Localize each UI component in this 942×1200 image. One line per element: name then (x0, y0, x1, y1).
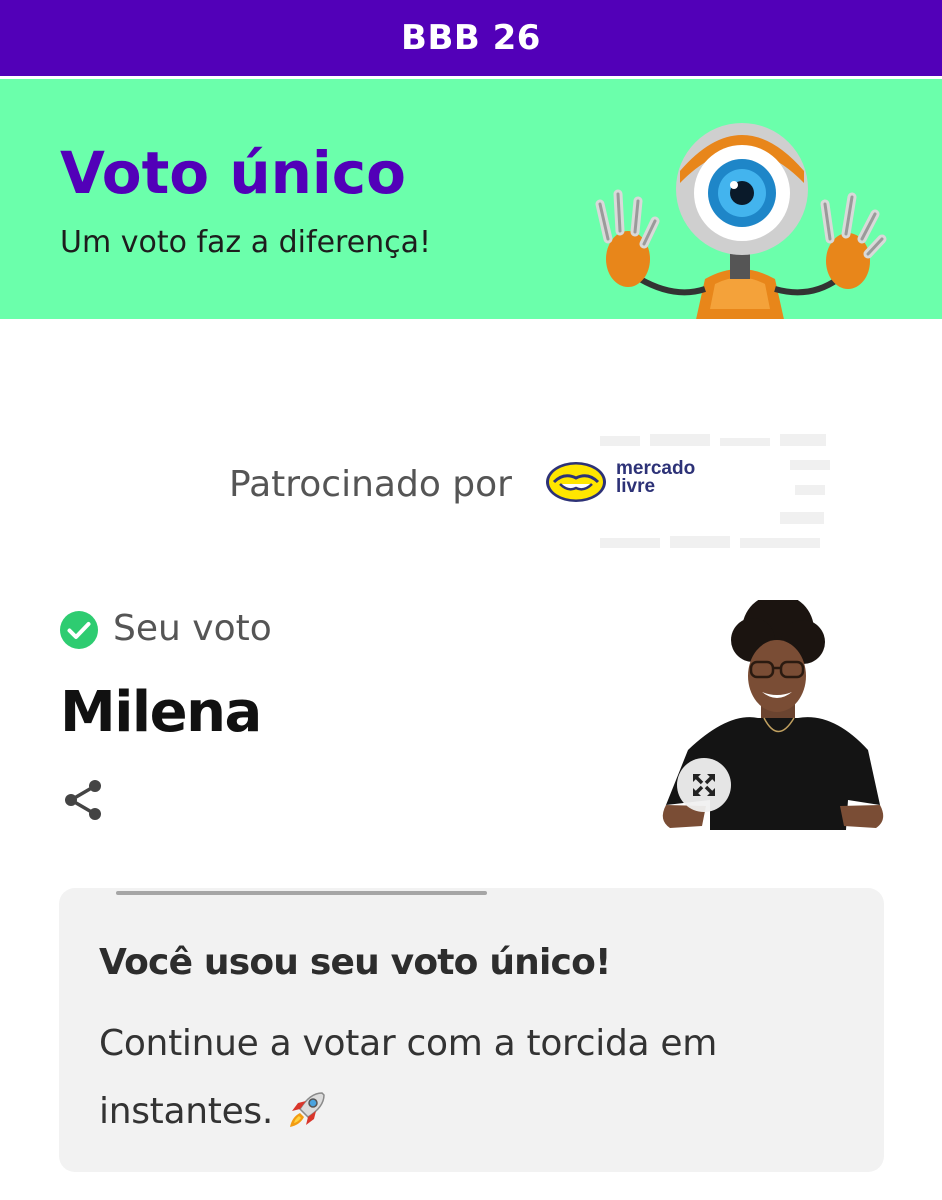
app-title: BBB 26 (401, 18, 541, 58)
expand-photo-button[interactable] (677, 758, 731, 812)
rocket-icon (290, 1092, 325, 1127)
hero-banner: Voto único Um voto faz a diferença! (0, 79, 942, 319)
mascot-icon (595, 123, 887, 319)
card-title: Você usou seu voto único! (99, 942, 611, 983)
sponsor-label: Patrocinado por (229, 464, 512, 505)
card-body: Continue a votar com a torcida em instan… (99, 1010, 819, 1146)
sponsor-logo-text: mercado livre (616, 458, 696, 497)
info-card: Você usou seu voto único! Continue a vot… (59, 888, 884, 1172)
card-body-text: Continue a votar com a torcida em instan… (99, 1023, 718, 1132)
expand-icon (693, 774, 715, 796)
countdown-progress-bar (116, 891, 487, 895)
share-icon[interactable] (62, 778, 106, 822)
hero-title: Voto único (60, 139, 407, 207)
vote-status-label: Seu voto (113, 608, 272, 649)
candidate-name: Milena (60, 680, 262, 745)
sponsor-section: Patrocinado por mercado livre (0, 430, 942, 548)
check-circle-icon (60, 611, 98, 649)
top-bar: BBB 26 (0, 0, 942, 76)
hero-subtitle: Um voto faz a diferença! (60, 225, 432, 260)
